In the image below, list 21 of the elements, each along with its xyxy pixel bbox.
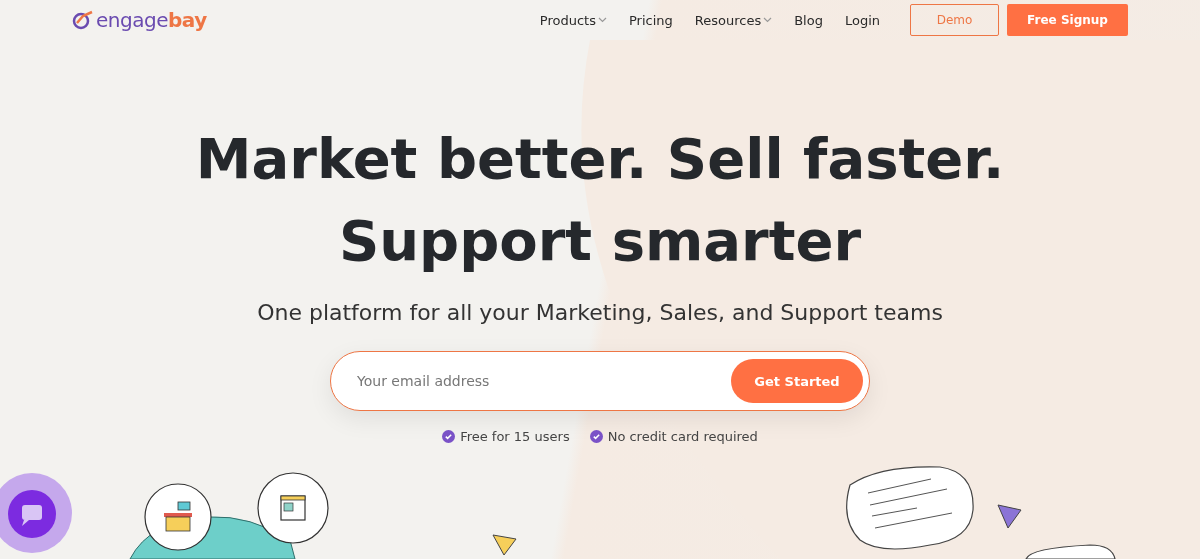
desk-icon: [144, 483, 212, 551]
nav-link[interactable]: Products: [539, 12, 607, 28]
check-icon: [442, 430, 456, 443]
nav-link[interactable]: Login: [844, 12, 880, 28]
triangle-icon: [997, 504, 1022, 529]
hero-heading: Market better. Sell faster.: [195, 125, 1005, 193]
hero-heading: Support smarter: [338, 207, 862, 275]
chevron-down-icon: [763, 17, 773, 23]
triangle-icon: [492, 534, 517, 556]
web-page-icon: [257, 472, 329, 544]
logo-text[interactable]: engagebay: [96, 8, 207, 32]
hero-subtitle: One platform for all your Marketing, Sales, and Support teams: [257, 300, 943, 325]
check-icon: [589, 430, 603, 443]
nav-link[interactable]: Blog: [794, 12, 823, 28]
feature-text: No credit card required: [607, 429, 758, 444]
logo-icon: [72, 10, 94, 30]
chat-button[interactable]: [0, 473, 72, 553]
nav-link[interactable]: Resources: [694, 12, 773, 28]
nav-link[interactable]: Pricing: [628, 12, 673, 28]
chevron-down-icon: [597, 17, 607, 23]
feature-text: Free for 15 users: [460, 429, 570, 444]
